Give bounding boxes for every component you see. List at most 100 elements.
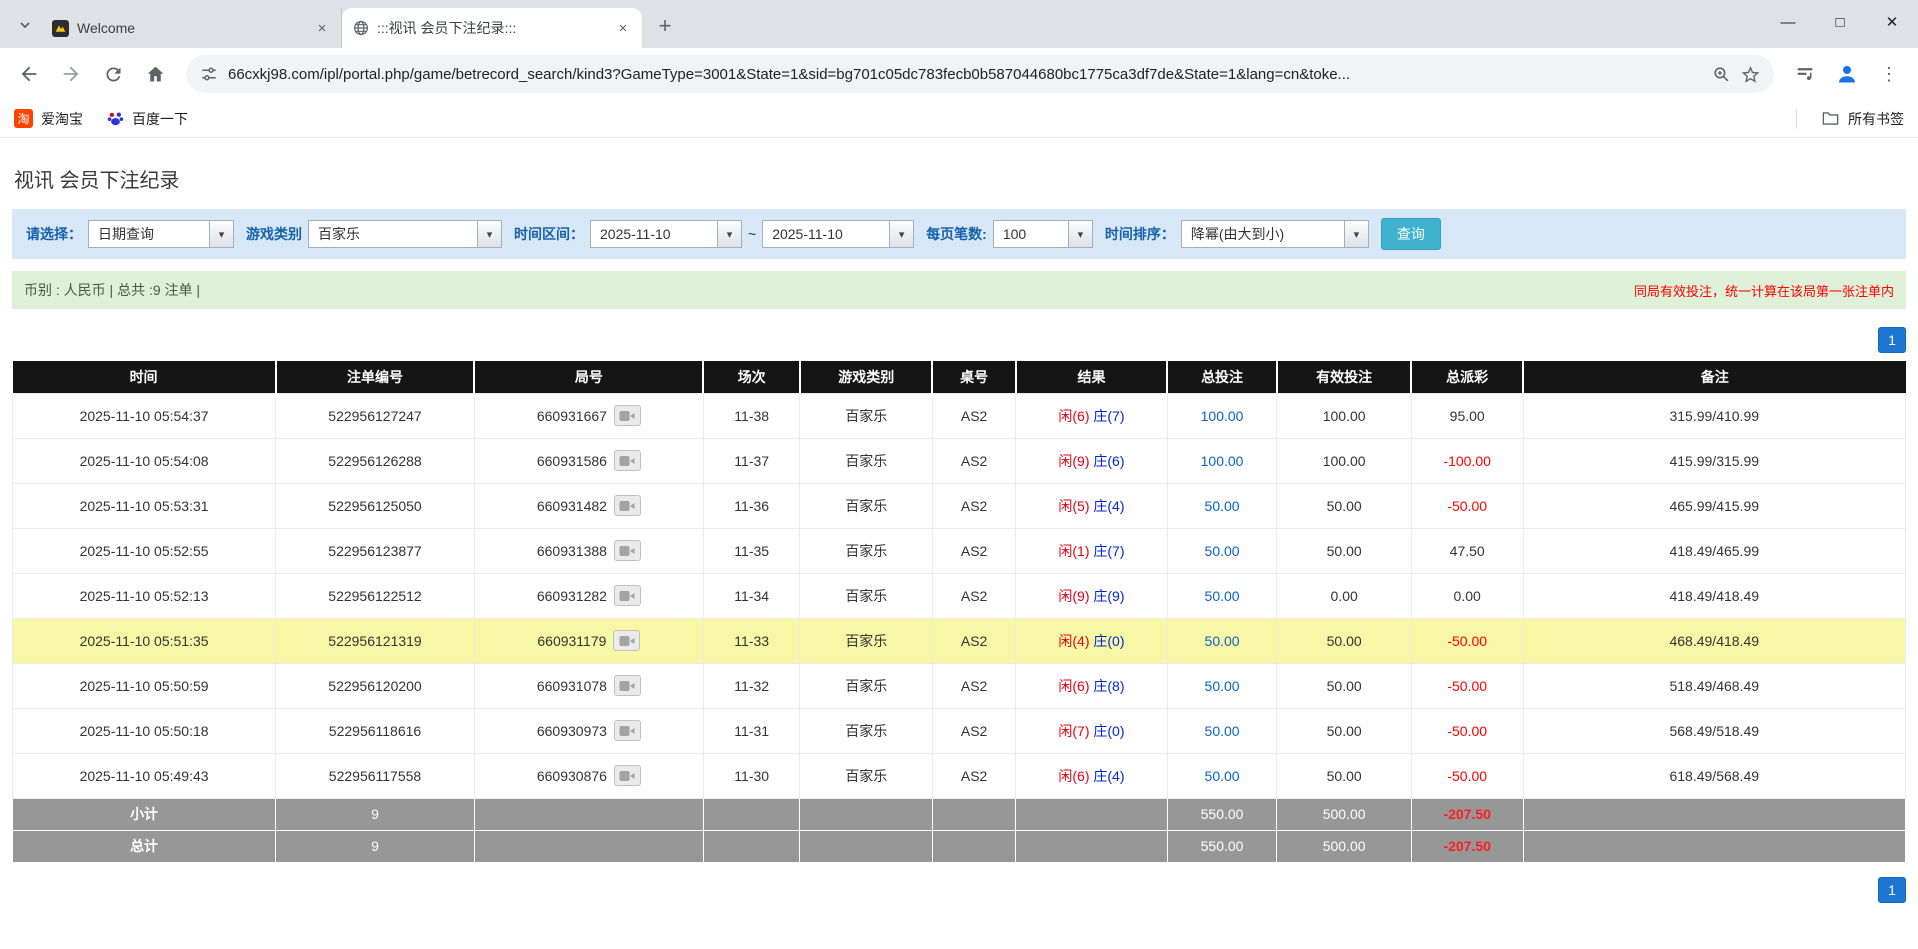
total-bet-link[interactable]: 50.00 bbox=[1205, 543, 1240, 559]
tab-welcome[interactable]: Welcome × bbox=[42, 8, 342, 48]
cell-bet-id: 522956122512 bbox=[276, 573, 475, 618]
new-tab-button[interactable]: + bbox=[648, 9, 682, 43]
footer-label: 总计 bbox=[13, 830, 276, 862]
bookmark-star-icon[interactable] bbox=[1741, 65, 1760, 84]
cell-note: 465.99/415.99 bbox=[1523, 483, 1905, 528]
tab-close-icon[interactable]: × bbox=[614, 19, 632, 37]
zoom-icon[interactable] bbox=[1712, 65, 1731, 84]
search-button[interactable]: 查询 bbox=[1381, 218, 1441, 250]
cell-session: 11-34 bbox=[703, 573, 800, 618]
total-bet-link[interactable]: 50.00 bbox=[1205, 768, 1240, 784]
result-player: 闲(6) bbox=[1058, 768, 1089, 784]
tab-search-button[interactable] bbox=[10, 10, 40, 40]
video-replay-button[interactable] bbox=[614, 585, 641, 606]
sort-select[interactable]: 降幂(由大到小) ▾ bbox=[1181, 220, 1369, 248]
cell-table-number: AS2 bbox=[932, 753, 1015, 798]
chevron-down-icon[interactable]: ▾ bbox=[209, 221, 233, 247]
chevron-down-icon[interactable]: ▾ bbox=[717, 221, 741, 247]
page-1-button[interactable]: 1 bbox=[1878, 877, 1906, 903]
cell-session: 11-32 bbox=[703, 663, 800, 708]
cell-total-bet[interactable]: 50.00 bbox=[1167, 528, 1277, 573]
total-bet-link[interactable]: 100.00 bbox=[1201, 408, 1244, 424]
address-bar[interactable]: 66cxkj98.com/ipl/portal.php/game/betreco… bbox=[186, 55, 1774, 93]
cell-valid-bet: 50.00 bbox=[1277, 663, 1411, 708]
cell-payout: -50.00 bbox=[1411, 753, 1523, 798]
date-to-select[interactable]: 2025-11-10 ▾ bbox=[762, 220, 914, 248]
bookmark-label: 百度一下 bbox=[132, 109, 188, 129]
cell-session: 11-30 bbox=[703, 753, 800, 798]
home-button[interactable] bbox=[136, 55, 174, 93]
footer-count: 9 bbox=[276, 830, 475, 862]
back-button[interactable] bbox=[10, 55, 48, 93]
cell-session: 11-37 bbox=[703, 438, 800, 483]
result-banker: 庄(0) bbox=[1093, 633, 1124, 649]
browser-menu-button[interactable]: ⋮ bbox=[1870, 55, 1908, 93]
forward-button[interactable] bbox=[52, 55, 90, 93]
chevron-down-icon[interactable]: ▾ bbox=[1344, 221, 1368, 247]
round-number: 660930973 bbox=[537, 723, 607, 739]
tab-betrecord[interactable]: :::视讯 会员下注纪录::: × bbox=[342, 8, 642, 48]
cell-total-bet[interactable]: 100.00 bbox=[1167, 438, 1277, 483]
cell-total-bet[interactable]: 50.00 bbox=[1167, 663, 1277, 708]
cell-bet-id: 522956117558 bbox=[276, 753, 475, 798]
sort-value: 降幂(由大到小) bbox=[1182, 221, 1344, 247]
column-header-10: 总派彩 bbox=[1411, 361, 1523, 393]
minimize-button[interactable]: — bbox=[1762, 0, 1814, 44]
page-size-select[interactable]: 100 ▾ bbox=[993, 220, 1093, 248]
query-type-select[interactable]: 日期查询 ▾ bbox=[88, 220, 234, 248]
total-bet-link[interactable]: 50.00 bbox=[1205, 723, 1240, 739]
video-replay-button[interactable] bbox=[614, 720, 641, 741]
total-bet-link[interactable]: 50.00 bbox=[1205, 633, 1240, 649]
bet-records-table: 时间注单编号局号场次游戏类别桌号结果总投注有效投注总派彩备注 2025-11-1… bbox=[12, 361, 1906, 863]
total-bet-link[interactable]: 100.00 bbox=[1201, 453, 1244, 469]
cell-session: 11-36 bbox=[703, 483, 800, 528]
profile-avatar[interactable] bbox=[1828, 55, 1866, 93]
all-bookmarks-button[interactable]: 所有书签 bbox=[1821, 109, 1904, 129]
result-player: 闲(1) bbox=[1058, 543, 1089, 559]
video-replay-button[interactable] bbox=[614, 495, 641, 516]
result-banker: 庄(4) bbox=[1093, 768, 1124, 784]
bookmark-baidu[interactable]: 百度一下 bbox=[107, 109, 188, 129]
cell-game-type: 百家乐 bbox=[800, 618, 933, 663]
total-bet-link[interactable]: 50.00 bbox=[1205, 588, 1240, 604]
page-1-button[interactable]: 1 bbox=[1878, 327, 1906, 353]
refresh-icon bbox=[103, 64, 124, 85]
footer-payout: -207.50 bbox=[1411, 798, 1523, 830]
refresh-button[interactable] bbox=[94, 55, 132, 93]
total-bet-link[interactable]: 50.00 bbox=[1205, 498, 1240, 514]
site-settings-icon[interactable] bbox=[200, 65, 218, 83]
cell-result: 闲(7) 庄(0) bbox=[1016, 708, 1167, 753]
chevron-down-icon[interactable]: ▾ bbox=[889, 221, 913, 247]
cell-note: 568.49/518.49 bbox=[1523, 708, 1905, 753]
bookmark-aitaobao[interactable]: 淘 爱淘宝 bbox=[14, 109, 83, 129]
result-player: 闲(7) bbox=[1058, 723, 1089, 739]
chevron-down-icon[interactable]: ▾ bbox=[1068, 221, 1092, 247]
video-replay-button[interactable] bbox=[614, 540, 641, 561]
video-replay-button[interactable] bbox=[613, 630, 640, 651]
video-camera-icon bbox=[619, 410, 635, 422]
table-row: 2025-11-10 05:49:43522956117558660930876… bbox=[13, 753, 1906, 798]
cell-total-bet[interactable]: 50.00 bbox=[1167, 753, 1277, 798]
video-replay-button[interactable] bbox=[614, 405, 641, 426]
cell-total-bet[interactable]: 50.00 bbox=[1167, 618, 1277, 663]
game-type-select[interactable]: 百家乐 ▾ bbox=[308, 220, 502, 248]
url-text[interactable]: 66cxkj98.com/ipl/portal.php/game/betreco… bbox=[228, 66, 1702, 83]
maximize-button[interactable]: □ bbox=[1814, 0, 1866, 44]
video-camera-icon bbox=[619, 725, 635, 737]
tab-close-icon[interactable]: × bbox=[313, 19, 331, 37]
video-replay-button[interactable] bbox=[614, 450, 641, 471]
cell-total-bet[interactable]: 50.00 bbox=[1167, 708, 1277, 753]
cell-total-bet[interactable]: 50.00 bbox=[1167, 483, 1277, 528]
total-bet-link[interactable]: 50.00 bbox=[1205, 678, 1240, 694]
cell-total-bet[interactable]: 50.00 bbox=[1167, 573, 1277, 618]
video-replay-button[interactable] bbox=[614, 675, 641, 696]
media-controls-button[interactable] bbox=[1786, 55, 1824, 93]
date-from-select[interactable]: 2025-11-10 ▾ bbox=[590, 220, 742, 248]
chevron-down-icon[interactable]: ▾ bbox=[477, 221, 501, 247]
cell-note: 468.49/418.49 bbox=[1523, 618, 1905, 663]
cell-total-bet[interactable]: 100.00 bbox=[1167, 393, 1277, 438]
cell-note: 618.49/568.49 bbox=[1523, 753, 1905, 798]
video-replay-button[interactable] bbox=[614, 765, 641, 786]
round-number: 660931667 bbox=[537, 408, 607, 424]
close-button[interactable]: ✕ bbox=[1866, 0, 1918, 44]
